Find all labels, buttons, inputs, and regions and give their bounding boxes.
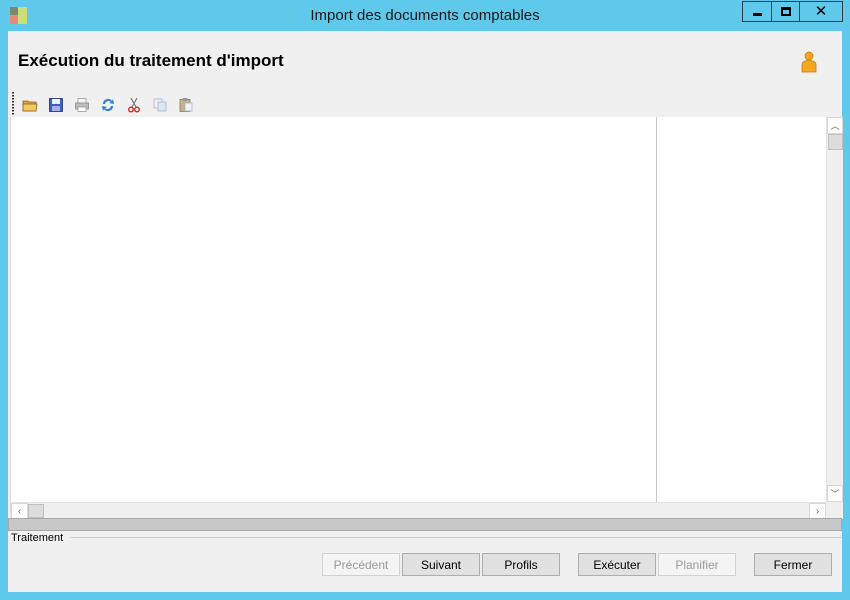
group-label-traitement: Traitement	[11, 532, 64, 544]
progress-bar	[8, 518, 842, 531]
scrollbar-corner	[826, 502, 843, 519]
open-button[interactable]	[20, 95, 40, 115]
group-divider	[70, 537, 842, 538]
copy-button[interactable]	[150, 95, 170, 115]
vertical-scroll-thumb[interactable]	[828, 134, 843, 150]
scroll-up-button[interactable]: ︿	[827, 117, 843, 134]
chevron-up-icon: ︿	[830, 121, 840, 131]
refresh-button[interactable]	[98, 95, 118, 115]
close-window-button[interactable]: ✕	[799, 1, 843, 22]
scroll-right-button[interactable]: ›	[809, 503, 826, 519]
client-area: Exécution du traitement d'import ︿ ﹀ ‹ ›…	[8, 31, 843, 592]
save-button[interactable]	[46, 95, 66, 115]
save-icon	[49, 98, 63, 112]
minimize-button[interactable]	[742, 1, 771, 22]
toolbar-grip[interactable]	[12, 92, 14, 116]
content-panel[interactable]: ︿ ﹀ ‹ ›	[10, 117, 843, 519]
title-bar[interactable]: Import des documents comptables ✕	[0, 0, 850, 31]
scroll-left-button[interactable]: ‹	[11, 503, 28, 519]
vertical-scrollbar[interactable]: ︿ ﹀	[826, 117, 843, 502]
paste-button[interactable]	[176, 95, 196, 115]
cut-icon	[128, 97, 140, 113]
main-window: Import des documents comptables ✕ Exécut…	[0, 0, 850, 600]
maximize-icon	[780, 7, 791, 16]
close-icon: ✕	[814, 3, 828, 20]
print-button[interactable]	[72, 95, 92, 115]
user-icon[interactable]	[800, 51, 818, 73]
scroll-down-button[interactable]: ﹀	[827, 485, 843, 502]
previous-button[interactable]: Précédent	[322, 553, 400, 576]
open-folder-icon	[22, 100, 38, 112]
minimize-icon	[752, 13, 762, 16]
close-button[interactable]: Fermer	[754, 553, 832, 576]
cut-button[interactable]	[124, 95, 144, 115]
refresh-icon	[102, 99, 114, 111]
copy-icon	[153, 98, 167, 112]
next-button[interactable]: Suivant	[402, 553, 480, 576]
maximize-button[interactable]	[771, 1, 799, 22]
paste-icon	[179, 98, 193, 112]
horizontal-scroll-thumb[interactable]	[28, 504, 44, 518]
execute-button[interactable]: Exécuter	[578, 553, 656, 576]
window-title: Import des documents comptables	[310, 7, 540, 24]
schedule-button[interactable]: Planifier	[658, 553, 736, 576]
panel-splitter[interactable]	[656, 117, 657, 502]
chevron-right-icon: ›	[815, 505, 820, 517]
page-title: Exécution du traitement d'import	[18, 51, 284, 70]
print-icon	[75, 98, 89, 112]
chevron-down-icon: ﹀	[830, 489, 840, 499]
profiles-button[interactable]: Profils	[482, 553, 560, 576]
horizontal-scrollbar[interactable]: ‹ ›	[11, 502, 826, 519]
chevron-left-icon: ‹	[17, 505, 22, 517]
toolbar	[12, 92, 212, 116]
